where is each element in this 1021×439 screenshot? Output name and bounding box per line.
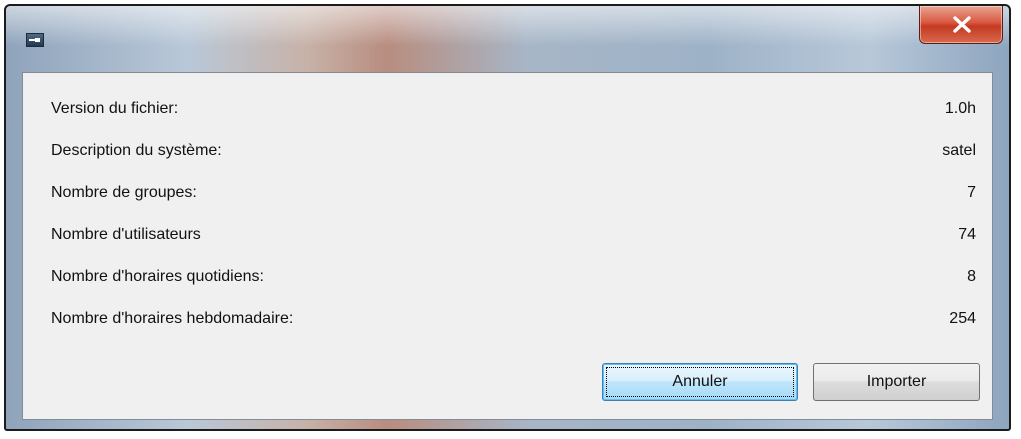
file-version-value: 1.0h xyxy=(944,100,976,117)
group-count-row: Nombre de groupes: 7 xyxy=(23,181,992,205)
system-description-row: Description du système: satel xyxy=(23,139,992,163)
close-button[interactable] xyxy=(919,6,1003,44)
close-icon xyxy=(953,16,971,33)
daily-schedule-count-label: Nombre d'horaires quotidiens: xyxy=(51,268,264,285)
weekly-schedule-count-value: 254 xyxy=(949,310,976,327)
user-count-row: Nombre d'utilisateurs 74 xyxy=(23,223,992,247)
system-description-value: satel xyxy=(942,142,976,159)
import-dialog-window: Version du fichier: 1.0h Description du … xyxy=(4,4,1011,431)
daily-schedule-count-value: 8 xyxy=(967,268,976,285)
weekly-schedule-count-label: Nombre d'horaires hebdomadaire: xyxy=(51,310,294,327)
weekly-schedule-count-row: Nombre d'horaires hebdomadaire: 254 xyxy=(23,307,992,331)
user-count-value: 74 xyxy=(958,226,976,243)
system-description-label: Description du système: xyxy=(51,142,222,159)
daily-schedule-count-row: Nombre d'horaires quotidiens: 8 xyxy=(23,265,992,289)
user-count-label: Nombre d'utilisateurs xyxy=(51,226,201,243)
file-version-row: Version du fichier: 1.0h xyxy=(23,97,992,121)
app-icon[interactable] xyxy=(26,33,44,47)
import-button-label: Importer xyxy=(866,373,927,390)
title-bar[interactable] xyxy=(6,6,1009,64)
focus-ring xyxy=(606,367,794,397)
group-count-value: 7 xyxy=(967,184,976,201)
import-button[interactable]: Importer xyxy=(813,363,980,401)
group-count-label: Nombre de groupes: xyxy=(51,184,197,201)
file-version-label: Version du fichier: xyxy=(51,100,179,117)
dialog-content: Version du fichier: 1.0h Description du … xyxy=(22,72,993,420)
cancel-button[interactable]: Annuler xyxy=(602,363,798,401)
